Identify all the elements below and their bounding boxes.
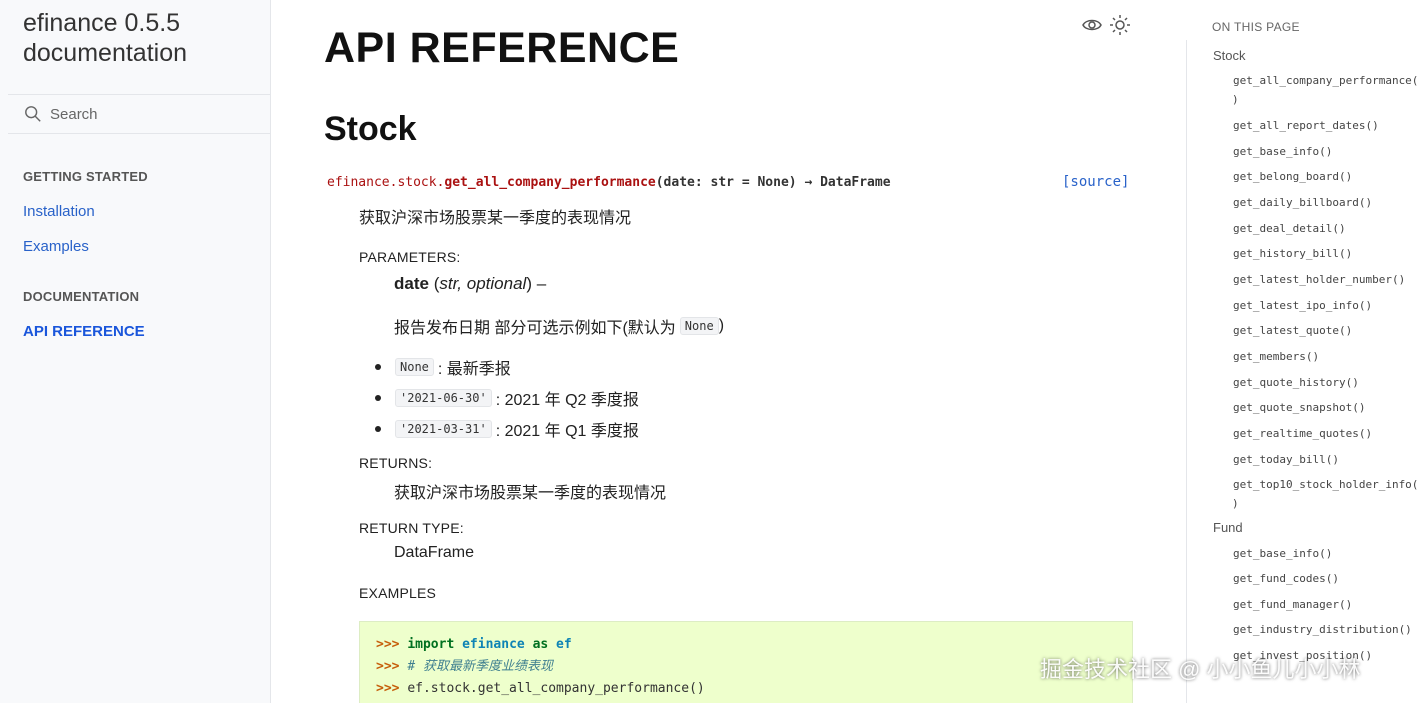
toc-item[interactable]: get_industry_distribution() (1233, 623, 1412, 636)
toc-group-stock[interactable]: Stock (1213, 48, 1246, 63)
source-link[interactable]: [source] (1062, 174, 1129, 190)
toc-title: ON THIS PAGE (1212, 20, 1300, 34)
param-default-code: None (679, 317, 719, 335)
param-name: date (394, 274, 429, 293)
code-line: >>> import efinance as ef (376, 637, 572, 652)
option-code: '2021-06-30' (395, 388, 492, 407)
toc-item[interactable]: get_latest_ipo_info() (1233, 299, 1372, 312)
toc-item[interactable]: get_deal_detail() (1233, 222, 1346, 235)
toc-group-fund[interactable]: Fund (1213, 520, 1243, 535)
toc-item[interactable]: get_all_report_dates() (1233, 119, 1379, 132)
site-title[interactable]: efinance 0.5.5 documentation (23, 8, 263, 68)
toc-item[interactable]: get_fund_manager() (1233, 598, 1352, 611)
watermark-text: 掘金技术社区 @ 小小鱼儿小小林 (1040, 657, 1361, 682)
left-sidebar: efinance 0.5.5 documentation Search GETT… (0, 0, 271, 703)
example-code-block[interactable]: >>> import efinance as ef >>> # 获取最新季度业绩… (359, 621, 1133, 703)
option-code: '2021-03-31' (395, 419, 492, 438)
option-text: : 2021 年 Q1 季度报 (495, 422, 639, 440)
parameters-label: PARAMETERS: (359, 249, 461, 265)
main-content: API REFERENCE Stock efinance.stock.get_a… (271, 0, 1186, 703)
toc-item[interactable]: get_fund_codes() (1233, 572, 1339, 585)
search-icon (25, 106, 41, 122)
signature-function: get_all_company_performance (444, 175, 656, 190)
returns-label: RETURNS: (359, 455, 433, 471)
return-type-label: RETURN TYPE: (359, 520, 464, 536)
param-desc-end: ) (718, 317, 725, 334)
toc-item[interactable]: get_base_info() (1233, 145, 1332, 158)
toc-item[interactable]: get_members() (1233, 350, 1319, 363)
return-type-value: DataFrame (394, 544, 475, 561)
function-description: 获取沪深市场股票某一季度的表现情况 (359, 210, 632, 227)
param-desc-text: 报告发布日期 部分可选示例如下(默认为 (394, 320, 676, 337)
section-title: Stock (324, 110, 417, 148)
toc-item[interactable]: get_today_bill() (1233, 453, 1339, 466)
toc-item[interactable]: get_quote_history() (1233, 376, 1359, 389)
option-code: None (395, 357, 434, 376)
toc-item[interactable]: get_history_bill() (1233, 247, 1352, 260)
toc-item[interactable]: get_belong_board() (1233, 170, 1352, 183)
toc-item[interactable]: get_latest_holder_number() (1233, 273, 1405, 286)
nav-caption-documentation: DOCUMENTATION (23, 289, 140, 304)
option-text: : 2021 年 Q2 季度报 (495, 391, 639, 409)
toc-item-paren: ) (1232, 497, 1239, 510)
toc-item[interactable]: get_base_info() (1233, 547, 1332, 560)
page-title: API REFERENCE (324, 24, 680, 72)
top-toolbar (1081, 14, 1131, 36)
search-input[interactable]: Search (50, 106, 98, 123)
returns-text: 获取沪深市场股票某一季度的表现情况 (394, 485, 667, 502)
nav-caption-getting-started: GETTING STARTED (23, 169, 148, 184)
code-line: >>> ef.stock.get_all_company_performance… (376, 681, 705, 696)
signature-module: efinance.stock. (327, 175, 445, 190)
param-description: 报告发布日期 部分可选示例如下(默认为 None ) (394, 314, 724, 338)
signature-params: (date: str = None) → DataFrame (655, 175, 891, 190)
option-text: : 最新季报 (437, 360, 511, 378)
list-item: '2021-03-31': 2021 年 Q1 季度报 (375, 413, 639, 444)
toc-item[interactable]: get_daily_billboard() (1233, 196, 1372, 209)
toc-item[interactable]: get_realtime_quotes() (1233, 427, 1372, 440)
toc-item-paren: ) (1232, 93, 1239, 106)
code-line: >>> # 获取最新季度业绩表现 (376, 659, 553, 674)
param-type: str, optional (439, 274, 527, 293)
toc-item[interactable]: get_all_company_performance( (1233, 74, 1418, 87)
toc-item[interactable]: get_top10_stock_holder_info( (1233, 478, 1418, 491)
param-suffix: ) – (526, 274, 547, 293)
nav-link-api-reference[interactable]: API REFERENCE (23, 323, 145, 340)
toc-item[interactable]: get_quote_snapshot() (1233, 401, 1365, 414)
toc-item[interactable]: get_latest_quote() (1233, 324, 1352, 337)
theme-toggle-icon[interactable] (1109, 14, 1131, 36)
nav-link-examples[interactable]: Examples (23, 238, 89, 255)
nav-link-installation[interactable]: Installation (23, 203, 95, 220)
search-box[interactable]: Search (8, 94, 270, 134)
function-signature: efinance.stock.get_all_company_performan… (327, 175, 891, 190)
list-item: '2021-06-30': 2021 年 Q2 季度报 (375, 382, 639, 413)
examples-label: EXAMPLES (359, 585, 437, 601)
list-item: None: 最新季报 (375, 351, 639, 382)
eye-icon[interactable] (1081, 14, 1103, 36)
param-entry: date (str, optional) – (394, 274, 547, 293)
options-list: None: 最新季报 '2021-06-30': 2021 年 Q2 季度报 '… (375, 351, 639, 444)
